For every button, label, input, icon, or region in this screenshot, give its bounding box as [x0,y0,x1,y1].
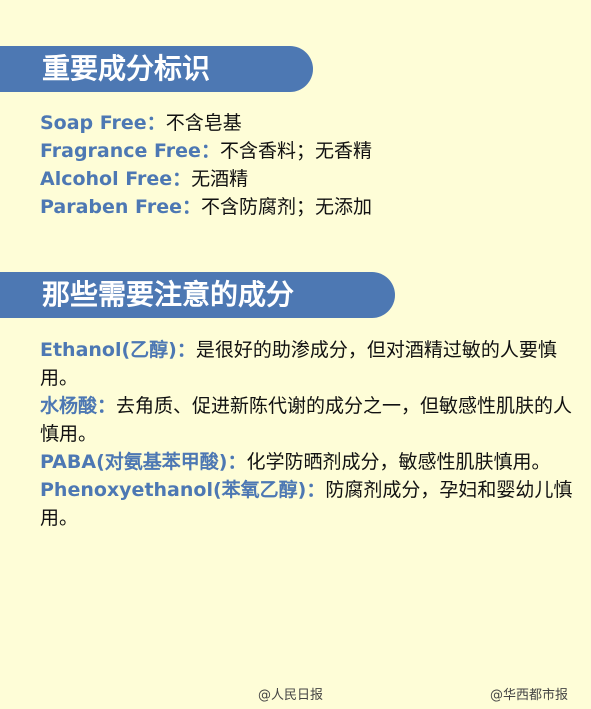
ingredient-term: Fragrance Free： [40,140,220,162]
list-item: Paraben Free：不含防腐剂；无添加 [40,193,575,221]
list-item: 水杨酸：去角质、促进新陈代谢的成分之一，但敏感性肌肤的人慎用。 [40,392,575,448]
ingredient-term: 水杨酸： [40,395,117,417]
section-title-caution-ingredients: 那些需要注意的成分 [0,272,395,318]
list-item: Alcohol Free：无酒精 [40,165,575,193]
list-item: Fragrance Free：不含香料；无香精 [40,137,575,165]
list-item: Soap Free：不含皂基 [40,109,575,137]
ingredient-description: 不含香料；无香精 [219,140,372,162]
ingredient-term: Alcohol Free： [40,168,192,190]
watermark-people-daily: @人民日报 [258,688,324,703]
ingredient-term: PABA(对氨基苯甲酸)： [40,451,247,473]
ingredient-description: 化学防晒剂成分，敏感性肌肤慎用。 [246,451,551,473]
ingredient-description: 无酒精 [191,168,249,190]
ingredient-description: 去角质、促进新陈代谢的成分之一，但敏感性肌肤的人慎用。 [40,395,573,445]
ingredient-term: Soap Free： [40,112,166,134]
watermark-west-china-metro: @华西都市报 [490,688,569,703]
list-item: Phenoxyethanol(苯氧乙醇)：防腐剂成分，孕妇和婴幼儿慎用。 [40,476,575,532]
ingredient-description: 不含防腐剂；无添加 [200,196,372,218]
ingredient-term: Paraben Free： [40,196,201,218]
caution-ingredient-list: Ethanol(乙醇)：是很好的助渗成分，但对酒精过敏的人要慎用。 水杨酸：去角… [40,336,575,532]
ingredient-term: Ethanol(乙醇)： [40,339,196,361]
section-title-important-ingredients: 重要成分标识 [0,46,313,92]
list-item: Ethanol(乙醇)：是很好的助渗成分，但对酒精过敏的人要慎用。 [40,336,575,392]
ingredient-label-list: Soap Free：不含皂基 Fragrance Free：不含香料；无香精 A… [40,109,575,221]
ingredient-description: 不含皂基 [165,112,242,134]
list-item: PABA(对氨基苯甲酸)：化学防晒剂成分，敏感性肌肤慎用。 [40,448,575,476]
ingredient-term: Phenoxyethanol(苯氧乙醇)： [40,479,326,501]
